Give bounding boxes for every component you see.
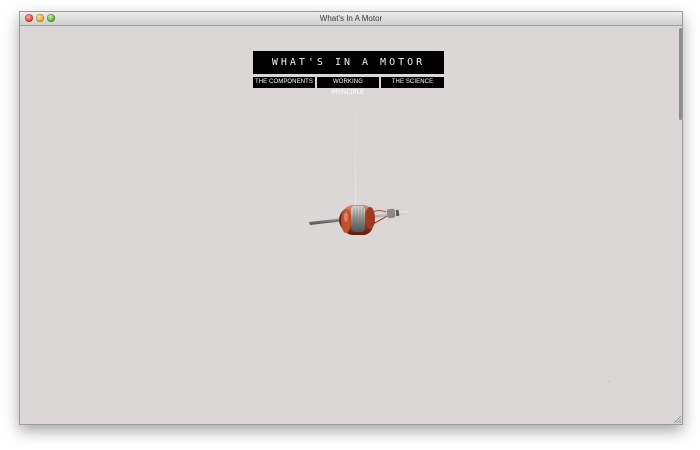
motor-armature-image[interactable] bbox=[307, 200, 411, 240]
nav-the-science[interactable]: THE SCIENCE bbox=[381, 77, 444, 88]
window-title: What's In A Motor bbox=[319, 14, 383, 23]
nav-working-principle[interactable]: WORKING PRINCIPLE bbox=[317, 77, 379, 96]
page-content: WHAT'S IN A MOTOR THE COMPONENTS WORKING… bbox=[20, 26, 682, 424]
resize-grip-icon[interactable] bbox=[674, 416, 681, 423]
speck bbox=[608, 381, 609, 382]
title-bar[interactable]: What's In A Motor bbox=[20, 12, 682, 26]
scroll-thumb[interactable] bbox=[679, 28, 682, 120]
site-logo[interactable]: WHAT'S IN A MOTOR bbox=[253, 51, 444, 74]
nav-the-components[interactable]: THE COMPONENTS bbox=[253, 77, 315, 88]
browser-window: What's In A Motor WHAT'S IN A MOTOR THE … bbox=[19, 11, 683, 425]
hanging-thread bbox=[355, 90, 356, 210]
vertical-scrollbar[interactable] bbox=[678, 26, 682, 424]
